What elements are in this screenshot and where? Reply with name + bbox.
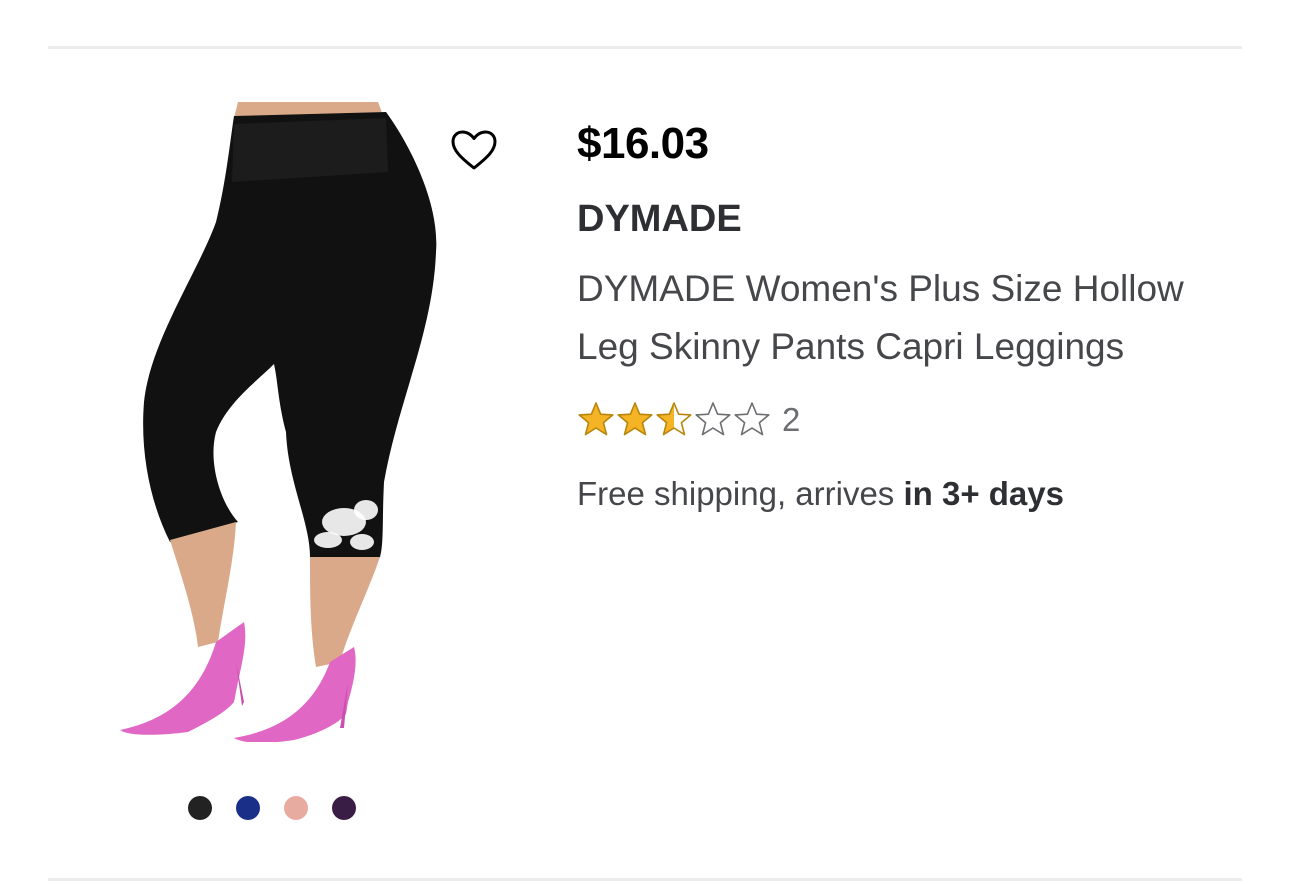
color-swatches [188, 796, 356, 820]
product-price: $16.03 [577, 119, 709, 168]
product-brand[interactable]: DYMADE [577, 194, 1242, 244]
star-empty-icon [695, 402, 731, 436]
swatch-purple[interactable] [332, 796, 356, 820]
swatch-pink[interactable] [284, 796, 308, 820]
swatch-navy[interactable] [236, 796, 260, 820]
shipping-info: Free shipping, arrives in 3+ days [577, 474, 1242, 514]
star-empty-icon [734, 402, 770, 436]
review-count: 2 [782, 401, 801, 438]
rating-stars [577, 401, 772, 439]
favorite-button[interactable] [446, 126, 502, 178]
product-info: $16.03 DYMADE DYMADE Women's Plus Size H… [577, 112, 1242, 514]
product-rating[interactable]: 2 [577, 400, 1242, 440]
product-title[interactable]: DYMADE Women's Plus Size Hollow Leg Skin… [577, 260, 1237, 376]
top-divider [48, 46, 1242, 49]
star-filled-icon [578, 402, 614, 436]
star-half-icon [656, 402, 692, 436]
shipping-text: Free shipping, arrives [577, 475, 904, 512]
heart-outline-icon [450, 129, 498, 176]
product-image[interactable] [48, 102, 528, 742]
bottom-divider [48, 878, 1242, 881]
shipping-eta: in 3+ days [903, 475, 1064, 512]
leggings-photo [48, 102, 528, 742]
swatch-black[interactable] [188, 796, 212, 820]
star-filled-icon [617, 402, 653, 436]
